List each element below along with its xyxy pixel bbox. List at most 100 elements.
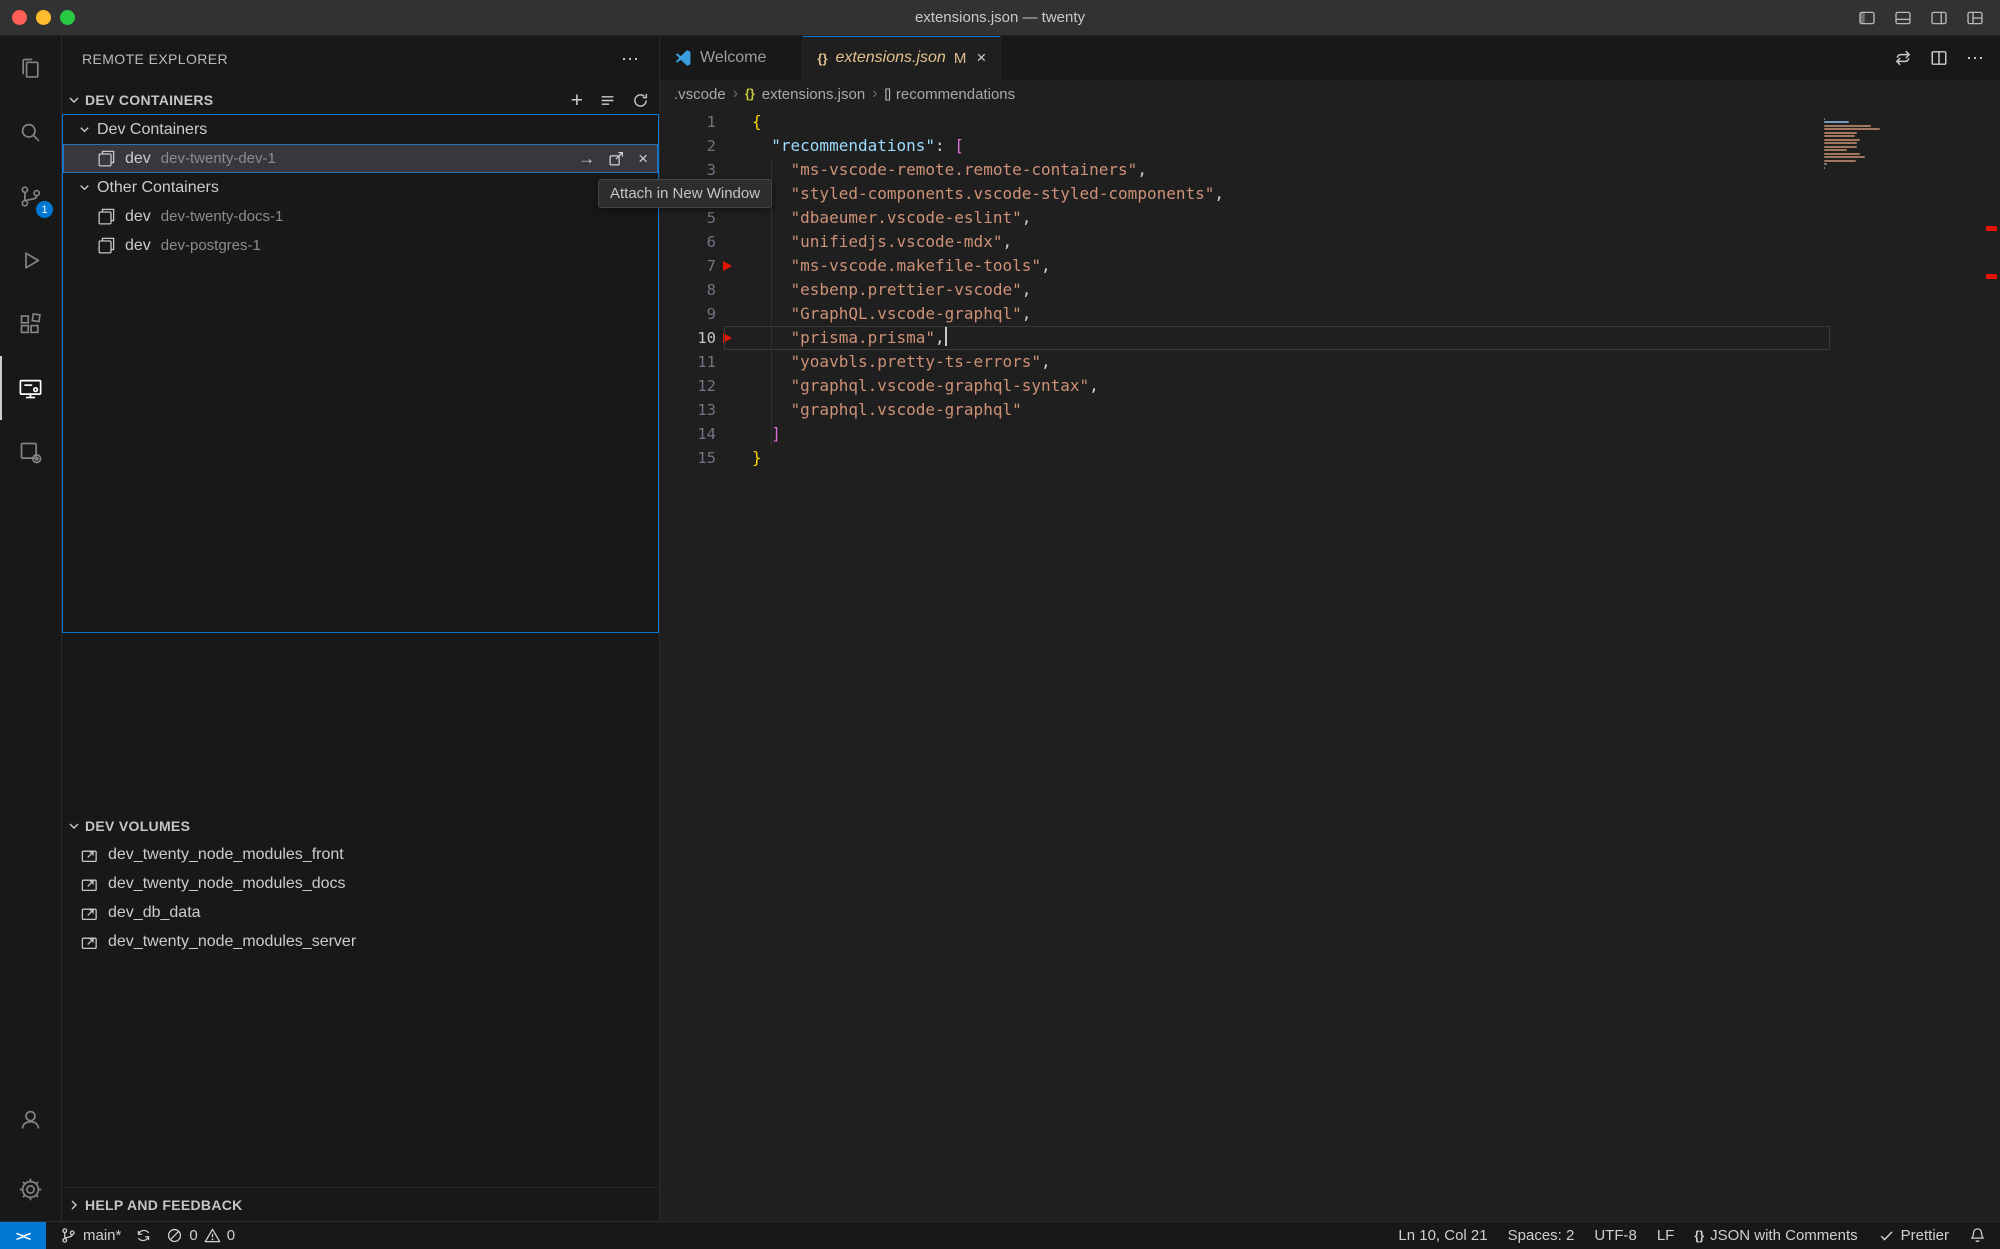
minimap-line (1824, 135, 1855, 137)
code-line[interactable]: 11 "yoavbls.pretty-ts-errors", (660, 350, 2000, 374)
notifications-item[interactable] (1969, 1227, 1986, 1244)
container-icon (97, 236, 116, 255)
bell-icon (1969, 1227, 1986, 1244)
indentation-item[interactable]: Spaces: 2 (1508, 1227, 1575, 1244)
volume-item[interactable]: dev_db_data (62, 898, 659, 927)
code-line[interactable]: 13 "graphql.vscode-graphql" (660, 398, 2000, 422)
toggle-panel-icon[interactable] (1894, 9, 1912, 27)
minimap-line (1824, 132, 1857, 134)
code-lines: 1{2 "recommendations": [3 "ms-vscode-rem… (660, 110, 2000, 470)
errors-count: 0 (189, 1227, 197, 1244)
help-and-feedback-header[interactable]: HELP AND FEEDBACK (62, 1187, 659, 1221)
dev-containers-header[interactable]: DEV CONTAINERS + (62, 86, 659, 114)
extensions-icon[interactable] (0, 292, 61, 356)
line-number: 1 (660, 110, 716, 134)
gutter-marker (722, 230, 736, 254)
warnings-count: 0 (227, 1227, 235, 1244)
code-line[interactable]: 12 "graphql.vscode-graphql-syntax", (660, 374, 2000, 398)
filter-icon[interactable] (599, 92, 616, 109)
source-control-icon[interactable]: 1 (0, 164, 61, 228)
remote-explorer-icon[interactable] (0, 356, 61, 420)
array-symbol-icon: [ ] (885, 87, 889, 101)
dev-containers-pane: DEV CONTAINERS + Dev Containers devdev-tw… (62, 86, 659, 633)
code-line[interactable]: 5 "dbaeumer.vscode-eslint", (660, 206, 2000, 230)
tab-extensions-json[interactable]: {} extensions.json M × (803, 36, 1001, 80)
accounts-icon[interactable] (0, 1087, 61, 1151)
branch-icon (60, 1227, 77, 1244)
code-line[interactable]: 1{ (660, 110, 2000, 134)
code-text: { (752, 110, 762, 134)
volume-item[interactable]: dev_twenty_node_modules_docs (62, 869, 659, 898)
customize-layout-icon[interactable] (1966, 9, 1984, 27)
language-mode-item[interactable]: {} JSON with Comments (1694, 1227, 1857, 1244)
toggle-primary-sidebar-icon[interactable] (1858, 9, 1876, 27)
code-line[interactable]: 10 "prisma.prisma", (660, 326, 2000, 350)
volume-item[interactable]: dev_twenty_node_modules_server (62, 927, 659, 956)
eol-item[interactable]: LF (1657, 1227, 1675, 1244)
container-item[interactable]: devdev-postgres-1 (63, 231, 658, 260)
toggle-secondary-sidebar-icon[interactable] (1930, 9, 1948, 27)
dev-volumes-pane: DEV VOLUMES dev_twenty_node_modules_fron… (62, 812, 659, 1187)
volume-item[interactable]: dev_twenty_node_modules_front (62, 840, 659, 869)
tree-group-row[interactable]: Dev Containers (63, 115, 658, 144)
code-line[interactable]: 14 ] (660, 422, 2000, 446)
new-container-icon[interactable]: + (571, 90, 583, 111)
stop-container-icon[interactable]: × (638, 150, 648, 167)
minimize-window-button[interactable] (36, 10, 51, 25)
code-line[interactable]: 7 "ms-vscode.makefile-tools", (660, 254, 2000, 278)
close-window-button[interactable] (12, 10, 27, 25)
code-text: "dbaeumer.vscode-eslint", (752, 206, 1031, 230)
zoom-window-button[interactable] (60, 10, 75, 25)
code-text: ] (752, 422, 781, 446)
minimap-line (1824, 142, 1857, 144)
open-changes-icon[interactable] (1894, 49, 1912, 67)
line-number: 11 (660, 350, 716, 374)
code-editor[interactable]: 1{2 "recommendations": [3 "ms-vscode-rem… (660, 108, 2000, 1221)
sync-icon (135, 1227, 152, 1244)
cursor-position-item[interactable]: Ln 10, Col 21 (1398, 1227, 1487, 1244)
line-number: 14 (660, 422, 716, 446)
breadcrumb-folder[interactable]: .vscode (674, 86, 726, 103)
sync-changes-item[interactable] (135, 1227, 152, 1244)
container-item[interactable]: devdev-twenty-docs-1 (63, 202, 658, 231)
code-line[interactable]: 2 "recommendations": [ (660, 134, 2000, 158)
container-name: dev (125, 237, 151, 255)
more-actions-icon[interactable]: ⋯ (1966, 48, 1984, 69)
settings-gear-icon[interactable] (0, 1157, 61, 1221)
explorer-icon[interactable] (0, 36, 61, 100)
code-line[interactable]: 8 "esbenp.prettier-vscode", (660, 278, 2000, 302)
dev-containers-icon[interactable] (0, 420, 61, 484)
git-branch-item[interactable]: main* (60, 1227, 121, 1244)
tree-group-row[interactable]: Other Containers (63, 173, 658, 202)
attach-new-window-icon[interactable] (608, 150, 625, 167)
remote-indicator[interactable]: >< (0, 1222, 46, 1249)
dev-volumes-header[interactable]: DEV VOLUMES (62, 812, 659, 840)
code-line[interactable]: 9 "GraphQL.vscode-graphql", (660, 302, 2000, 326)
minimap[interactable] (1824, 116, 1888, 170)
tab-welcome[interactable]: Welcome (660, 36, 803, 80)
refresh-icon[interactable] (632, 92, 649, 109)
titlebar: extensions.json — twenty (0, 0, 2000, 36)
problems-item[interactable]: 0 0 (166, 1227, 235, 1244)
braces-icon: {} (1694, 1229, 1704, 1243)
formatter-label: Prettier (1901, 1227, 1949, 1244)
breadcrumb-file[interactable]: extensions.json (762, 86, 865, 103)
code-line[interactable]: 4 "styled-components.vscode-styled-compo… (660, 182, 2000, 206)
traffic-lights (12, 10, 75, 25)
search-icon[interactable] (0, 100, 61, 164)
editor-actions: ⋯ (1894, 36, 2000, 80)
attach-container-icon[interactable]: → (578, 150, 595, 167)
close-tab-icon[interactable]: × (976, 48, 986, 68)
run-debug-icon[interactable] (0, 228, 61, 292)
code-line[interactable]: 6 "unifiedjs.vscode-mdx", (660, 230, 2000, 254)
container-item[interactable]: devdev-twenty-dev-1→× (63, 144, 658, 173)
formatter-item[interactable]: Prettier (1878, 1227, 1949, 1244)
line-number: 15 (660, 446, 716, 470)
overview-ruler-mark (1986, 226, 1997, 231)
split-editor-icon[interactable] (1930, 49, 1948, 67)
code-line[interactable]: 15} (660, 446, 2000, 470)
breadcrumb-symbol[interactable]: recommendations (896, 86, 1015, 103)
code-line[interactable]: 3 "ms-vscode-remote.remote-containers", (660, 158, 2000, 182)
encoding-item[interactable]: UTF-8 (1594, 1227, 1637, 1244)
sidebar-more-actions-icon[interactable]: ⋯ (621, 49, 639, 70)
